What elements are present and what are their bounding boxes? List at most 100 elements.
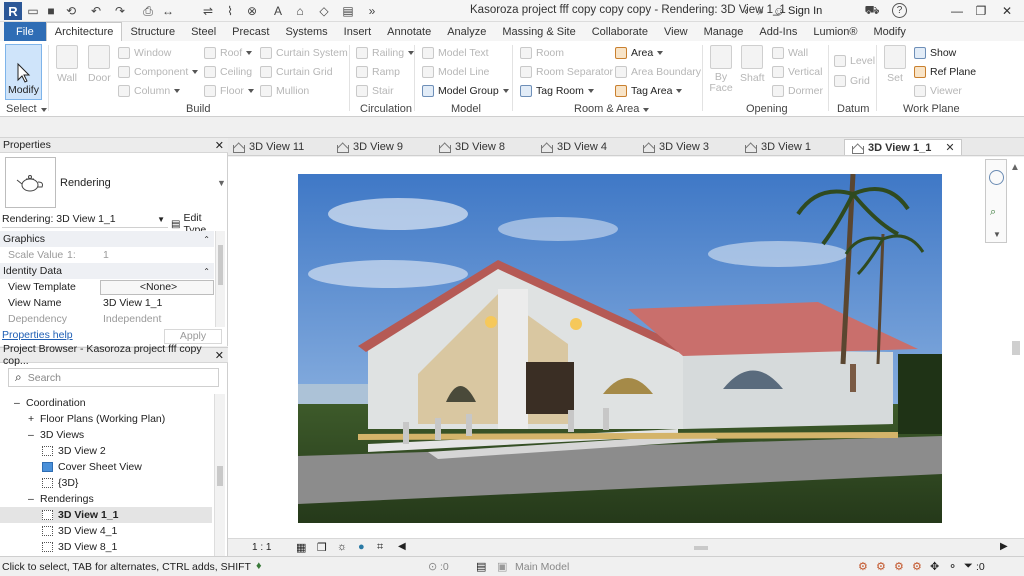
tab-add-ins[interactable]: Add-Ins: [751, 22, 805, 41]
tab-massing-site[interactable]: Massing & Site: [494, 22, 583, 41]
text-icon[interactable]: A: [270, 3, 286, 19]
component-button[interactable]: Component: [118, 66, 199, 78]
close-hidden-icon[interactable]: ⊗: [244, 3, 260, 19]
shaft-button[interactable]: Shaft: [740, 45, 765, 84]
modify-button[interactable]: Modify: [5, 44, 42, 100]
tab-steel[interactable]: Steel: [183, 22, 224, 41]
shadows-icon[interactable]: ●: [358, 541, 365, 553]
undo-icon[interactable]: ↶: [86, 3, 106, 19]
door-button[interactable]: Door: [88, 45, 111, 84]
browser-scrollbar[interactable]: [214, 394, 225, 556]
switch-windows-icon[interactable]: ▤: [340, 3, 356, 19]
vertical-opening-button[interactable]: Vertical: [772, 66, 822, 78]
column-button[interactable]: Column: [118, 85, 181, 97]
view-name-field[interactable]: 3D View 1_1: [100, 297, 214, 309]
browser-item[interactable]: 3D View 2: [0, 443, 212, 459]
zoom-icon[interactable]: ⌕: [990, 206, 996, 219]
browser-item[interactable]: Cover Sheet View: [0, 459, 212, 475]
railing-button[interactable]: Railing: [356, 47, 415, 59]
tab-collaborate[interactable]: Collaborate: [584, 22, 656, 41]
mullion-button[interactable]: Mullion: [260, 85, 309, 97]
cart-icon[interactable]: ⛟: [864, 3, 880, 19]
window-button[interactable]: Window: [118, 47, 171, 59]
save-icon[interactable]: ■: [44, 3, 58, 19]
stair-button[interactable]: Stair: [356, 85, 394, 97]
main-model-dropdown[interactable]: Main Model: [515, 561, 569, 573]
collapse-tree-icon[interactable]: –: [14, 397, 26, 409]
tab-insert[interactable]: Insert: [336, 22, 380, 41]
by-face-button[interactable]: By Face: [708, 45, 734, 94]
sections-icon[interactable]: ◇: [316, 3, 332, 19]
background-processes-icon[interactable]: ⚬: [948, 560, 957, 573]
view-tab-3d-view-1-1[interactable]: 3D View 1_1 ✕: [844, 139, 962, 155]
tab-modify[interactable]: Modify: [866, 22, 914, 41]
browser-search-box[interactable]: ⌕ Search: [8, 368, 219, 387]
instance-selector[interactable]: Rendering: 3D View 1_1 ▼: [2, 211, 168, 228]
curtain-system-button[interactable]: Curtain System: [260, 47, 348, 59]
revit-logo-icon[interactable]: R: [4, 2, 22, 20]
room-separator-button[interactable]: Room Separator: [520, 66, 613, 78]
room-button[interactable]: Room: [520, 47, 564, 59]
measure-icon[interactable]: ↔: [160, 3, 176, 19]
minimize-icon[interactable]: —: [946, 2, 968, 20]
tab-annotate[interactable]: Annotate: [379, 22, 439, 41]
identity-data-section[interactable]: Identity Data ⌃: [0, 263, 214, 279]
tab-lumion[interactable]: Lumion®: [805, 22, 865, 41]
collapse-tree-icon[interactable]: –: [28, 493, 40, 505]
close-tab-icon[interactable]: ✕: [945, 141, 954, 154]
scroll-up-icon[interactable]: ▲: [1010, 162, 1020, 173]
tab-view[interactable]: View: [656, 22, 696, 41]
drag-elements-icon[interactable]: ✥: [930, 560, 939, 573]
customize-icon[interactable]: »: [364, 3, 380, 19]
select-by-face-icon[interactable]: ⚙: [912, 560, 922, 573]
restore-icon[interactable]: ❐: [970, 2, 992, 20]
scroll-right-icon[interactable]: ▶: [1000, 541, 1008, 552]
view-tab-3d-view-9[interactable]: 3D View 9: [336, 139, 403, 155]
wall-opening-button[interactable]: Wall: [772, 47, 808, 59]
wall-button[interactable]: Wall: [56, 45, 78, 84]
browser-item[interactable]: {3D}: [0, 475, 212, 491]
model-text-button[interactable]: Model Text: [422, 47, 489, 59]
user-icon[interactable]: ☺: [772, 3, 786, 19]
view-scale[interactable]: 1 : 1: [252, 542, 271, 553]
filter-icon[interactable]: ⏷: [964, 560, 973, 573]
horizontal-scrollbar-thumb[interactable]: [694, 546, 708, 550]
sync-icon[interactable]: ⟲: [64, 3, 78, 19]
room-area-group-label[interactable]: Room & Area: [574, 103, 650, 115]
help-icon[interactable]: ?: [892, 3, 907, 18]
browser-item[interactable]: + Floor Plans (Working Plan): [0, 411, 212, 427]
ref-plane-button[interactable]: Ref Plane: [914, 66, 976, 78]
tab-structure[interactable]: Structure: [122, 22, 183, 41]
tab-systems[interactable]: Systems: [277, 22, 335, 41]
viewer-button[interactable]: Viewer: [914, 85, 962, 97]
sign-in-link[interactable]: Sign In: [788, 5, 822, 17]
select-dropdown[interactable]: Select: [6, 103, 47, 115]
redo-icon[interactable]: ↷: [110, 3, 130, 19]
browser-item[interactable]: 3D View 4_1: [0, 523, 212, 539]
open-icon[interactable]: ▭: [26, 3, 40, 19]
worksharing-icon[interactable]: ♦: [256, 560, 262, 572]
visual-style-icon[interactable]: ❒: [317, 541, 327, 554]
floor-button[interactable]: Floor: [204, 85, 254, 97]
grid-button[interactable]: Grid: [834, 75, 870, 87]
browser-item[interactable]: – Coordination: [0, 395, 212, 411]
select-links-icon[interactable]: ⚙: [858, 560, 868, 573]
apply-button[interactable]: Apply: [164, 329, 222, 344]
browser-item[interactable]: 3D View 8_1: [0, 539, 212, 555]
properties-help-link[interactable]: Properties help: [2, 329, 73, 341]
area-boundary-button[interactable]: Area Boundary: [615, 66, 701, 78]
browser-item[interactable]: – Renderings: [0, 491, 212, 507]
nav-dropdown-icon[interactable]: ▼: [993, 230, 1001, 239]
curtain-grid-button[interactable]: Curtain Grid: [260, 66, 333, 78]
3d-view-icon[interactable]: ⌂: [292, 3, 308, 19]
tab-precast[interactable]: Precast: [224, 22, 277, 41]
view-tab-3d-view-3[interactable]: 3D View 3: [642, 139, 709, 155]
model-group-button[interactable]: Model Group: [422, 85, 509, 97]
tab-file[interactable]: File: [4, 22, 46, 41]
expand-icon[interactable]: +: [28, 413, 40, 425]
set-work-plane-button[interactable]: Set: [884, 45, 906, 84]
drawing-canvas[interactable]: ⌕ ▼ ▲: [228, 157, 1024, 538]
view-tab-3d-view-11[interactable]: 3D View 11: [232, 139, 304, 155]
scroll-left-icon[interactable]: ◀: [398, 541, 406, 552]
show-work-plane-button[interactable]: Show: [914, 47, 956, 59]
